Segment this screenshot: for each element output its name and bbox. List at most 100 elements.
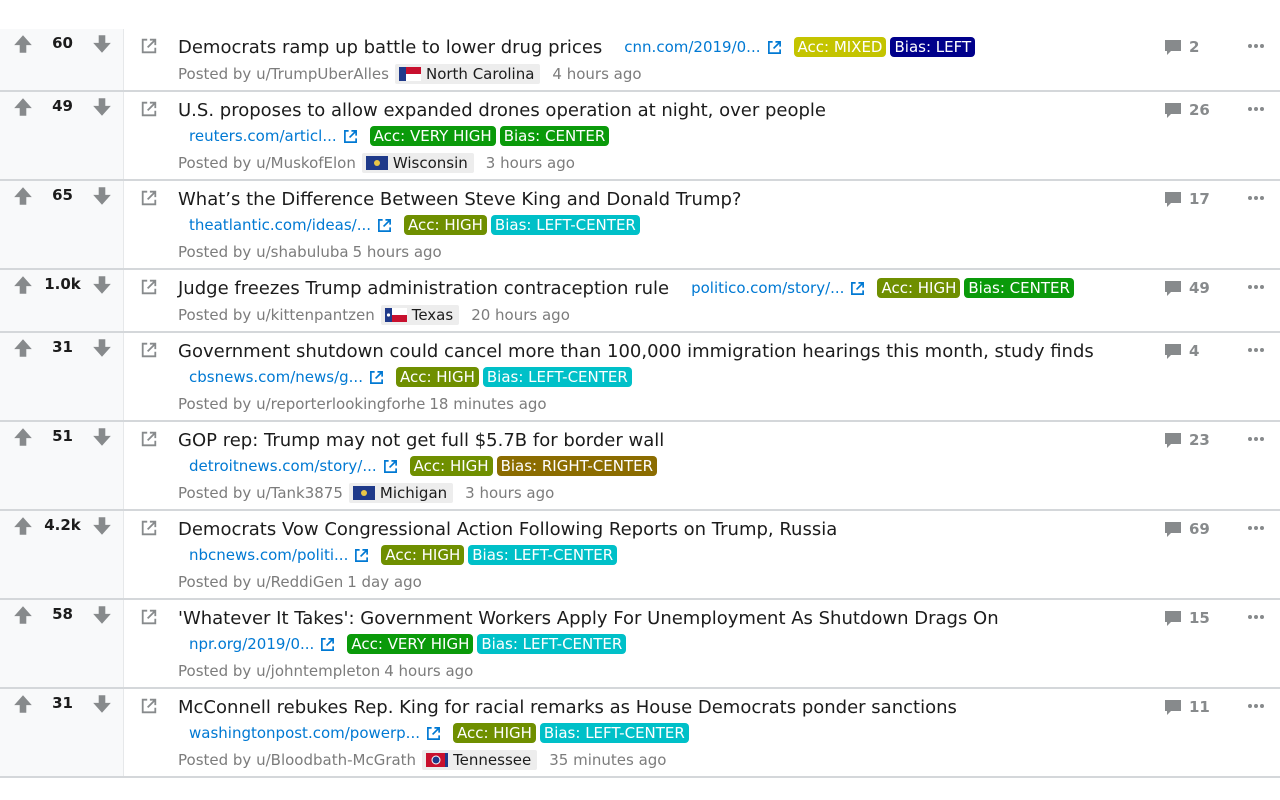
external-link-icon[interactable] <box>343 129 358 144</box>
comment-count: 49 <box>1189 279 1210 297</box>
arrow-up-icon[interactable] <box>12 33 34 55</box>
post-domain[interactable]: reuters.com/articl... <box>189 127 337 145</box>
comments-button[interactable]: 4 <box>1163 341 1199 361</box>
post-1: 60 Democrats ramp up battle to lower dru… <box>0 29 1280 92</box>
author-link[interactable]: u/Tank3875 <box>256 484 343 502</box>
arrow-up-icon[interactable] <box>12 426 34 448</box>
author-link[interactable]: u/Bloodbath-McGrath <box>256 751 416 769</box>
comments-button[interactable]: 15 <box>1163 608 1210 628</box>
arrow-up-icon[interactable] <box>12 185 34 207</box>
external-link-icon[interactable] <box>850 281 865 296</box>
post-title[interactable]: GOP rep: Trump may not get full $5.7B fo… <box>178 430 664 451</box>
state-flag-icon <box>365 156 388 170</box>
arrow-up-icon[interactable] <box>12 604 34 626</box>
author-link[interactable]: u/MuskofElon <box>256 154 356 172</box>
arrow-down-icon[interactable] <box>91 604 113 626</box>
accuracy-tag: Acc: VERY HIGH <box>369 126 496 146</box>
external-link-icon[interactable] <box>140 697 158 715</box>
arrow-down-icon[interactable] <box>91 515 113 537</box>
comments-button[interactable]: 26 <box>1163 100 1210 120</box>
external-link-icon[interactable] <box>383 459 398 474</box>
comment-count: 69 <box>1189 520 1210 538</box>
post-domain[interactable]: nbcnews.com/politi... <box>189 546 348 564</box>
external-link-icon[interactable] <box>320 637 335 652</box>
external-link-icon[interactable] <box>140 430 158 448</box>
more-dots-icon[interactable] <box>1246 191 1266 205</box>
vote-column: 31 <box>0 689 124 776</box>
author-link[interactable]: u/johntempleton <box>256 662 380 680</box>
arrow-up-icon[interactable] <box>12 274 34 296</box>
more-dots-icon[interactable] <box>1246 699 1266 713</box>
arrow-down-icon[interactable] <box>91 33 113 55</box>
bias-tag: Bias: LEFT-CENTER <box>539 723 689 743</box>
post-domain[interactable]: politico.com/story/... <box>691 279 844 297</box>
external-link-icon[interactable] <box>140 519 158 537</box>
more-dots-icon[interactable] <box>1246 39 1266 53</box>
external-link-icon[interactable] <box>140 341 158 359</box>
external-link-icon[interactable] <box>369 370 384 385</box>
more-dots-icon[interactable] <box>1246 521 1266 535</box>
post-title[interactable]: U.S. proposes to allow expanded drones o… <box>178 100 826 121</box>
comments-button[interactable]: 2 <box>1163 37 1199 57</box>
post-domain[interactable]: detroitnews.com/story/... <box>189 457 377 475</box>
more-dots-icon[interactable] <box>1246 280 1266 294</box>
comments-button[interactable]: 11 <box>1163 697 1210 717</box>
external-link-icon[interactable] <box>140 608 158 626</box>
flair-label: Texas <box>411 306 454 324</box>
arrow-up-icon[interactable] <box>12 337 34 359</box>
comments-button[interactable]: 49 <box>1163 278 1210 298</box>
source-line: detroitnews.com/story/... Acc: HIGH Bias… <box>189 454 1130 478</box>
arrow-up-icon[interactable] <box>12 693 34 715</box>
post-domain[interactable]: washingtonpost.com/powerp... <box>189 724 420 742</box>
more-dots-icon[interactable] <box>1246 102 1266 116</box>
external-link-icon[interactable] <box>767 40 782 55</box>
external-link-icon[interactable] <box>140 100 158 118</box>
accuracy-tag: Acc: HIGH <box>404 215 487 235</box>
more-dots-icon[interactable] <box>1246 432 1266 446</box>
vote-column: 1.0k <box>0 270 124 331</box>
comment-bubble-icon <box>1165 522 1181 537</box>
author-link[interactable]: u/TrumpUberAlles <box>256 65 389 83</box>
comments-button[interactable]: 23 <box>1163 430 1210 450</box>
external-link-icon[interactable] <box>140 189 158 207</box>
arrow-down-icon[interactable] <box>91 337 113 359</box>
post-domain[interactable]: theatlantic.com/ideas/... <box>189 216 371 234</box>
arrow-down-icon[interactable] <box>91 426 113 448</box>
author-link[interactable]: u/shabuluba <box>256 243 349 261</box>
external-link-icon[interactable] <box>354 548 369 563</box>
post-title[interactable]: What’s the Difference Between Steve King… <box>178 189 741 210</box>
more-dots-icon[interactable] <box>1246 610 1266 624</box>
posted-by-label: Posted by <box>178 243 252 261</box>
comments-button[interactable]: 69 <box>1163 519 1210 539</box>
post-title[interactable]: 'Whatever It Takes': Government Workers … <box>178 608 999 629</box>
arrow-down-icon[interactable] <box>91 693 113 715</box>
title-line: Democrats Vow Congressional Action Follo… <box>178 517 1130 541</box>
comments-button[interactable]: 17 <box>1163 189 1210 209</box>
post-title[interactable]: McConnell rebukes Rep. King for racial r… <box>178 697 957 718</box>
external-link-icon[interactable] <box>426 726 441 741</box>
arrow-down-icon[interactable] <box>91 96 113 118</box>
accuracy-tag: Acc: VERY HIGH <box>347 634 474 654</box>
flair-label: Tennessee <box>453 751 532 769</box>
post-title[interactable]: Democrats Vow Congressional Action Follo… <box>178 519 837 540</box>
post-content: Democrats Vow Congressional Action Follo… <box>178 511 1130 598</box>
post-content: Democrats ramp up battle to lower drug p… <box>178 29 1130 90</box>
post-title[interactable]: Government shutdown could cancel more th… <box>178 341 1094 362</box>
author-link[interactable]: u/reporterlookingforhe <box>256 395 425 413</box>
post-domain[interactable]: cnn.com/2019/0... <box>624 38 760 56</box>
author-link[interactable]: u/ReddiGen <box>256 573 343 591</box>
post-domain[interactable]: npr.org/2019/0... <box>189 635 314 653</box>
arrow-down-icon[interactable] <box>91 185 113 207</box>
byline: Posted by u/shabuluba 5 hours ago <box>178 240 1130 264</box>
more-dots-icon[interactable] <box>1246 343 1266 357</box>
post-domain[interactable]: cbsnews.com/news/g... <box>189 368 363 386</box>
arrow-up-icon[interactable] <box>12 96 34 118</box>
post-title[interactable]: Judge freezes Trump administration contr… <box>178 278 669 299</box>
external-link-icon[interactable] <box>377 218 392 233</box>
external-link-icon[interactable] <box>140 278 158 296</box>
external-link-icon[interactable] <box>140 37 158 55</box>
post-title[interactable]: Democrats ramp up battle to lower drug p… <box>178 37 602 58</box>
arrow-up-icon[interactable] <box>12 515 34 537</box>
author-link[interactable]: u/kittenpantzen <box>256 306 375 324</box>
arrow-down-icon[interactable] <box>91 274 113 296</box>
